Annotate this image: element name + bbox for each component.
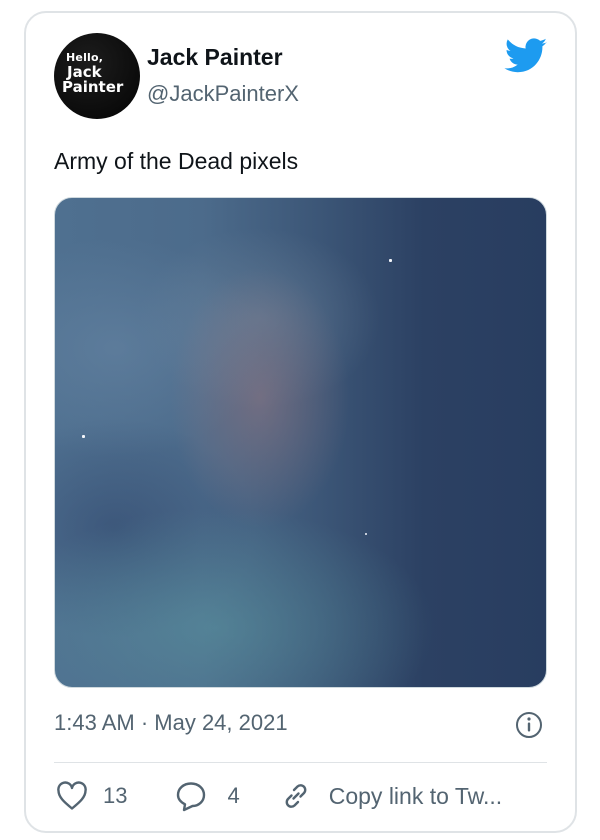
tweet-actions: 13 4 Copy link to Tw... xyxy=(56,779,502,813)
reply-count: 4 xyxy=(227,783,240,808)
avatar-text-painter: Painter xyxy=(62,78,124,96)
tweet-card[interactable]: Hello, Jack Painter Jack Painter @JackPa… xyxy=(24,11,577,833)
link-icon xyxy=(285,784,307,808)
reply-icon xyxy=(177,782,206,812)
tweet-timestamp[interactable]: 1:43 AM · May 24, 2021 xyxy=(54,710,288,736)
tweet-media-image[interactable] xyxy=(54,197,547,688)
like-button[interactable]: 13 xyxy=(56,781,127,811)
dead-pixel xyxy=(82,435,85,438)
dead-pixel xyxy=(389,259,392,262)
avatar[interactable]: Hello, Jack Painter xyxy=(54,33,140,119)
twitter-bird-icon[interactable] xyxy=(504,38,548,74)
like-count: 13 xyxy=(103,783,128,808)
copy-link-label: Copy link to Tw... xyxy=(328,782,503,809)
divider xyxy=(54,762,547,763)
author-name[interactable]: Jack Painter xyxy=(147,44,283,71)
heart-icon xyxy=(57,781,87,810)
tweet-text: Army of the Dead pixels xyxy=(54,148,299,174)
copy-link-button[interactable]: Copy link to Tw... xyxy=(280,780,502,812)
info-icon[interactable] xyxy=(515,711,543,739)
author-handle[interactable]: @JackPainterX xyxy=(147,81,299,107)
dead-pixel xyxy=(365,533,367,535)
reply-button[interactable]: 4 xyxy=(175,780,240,812)
